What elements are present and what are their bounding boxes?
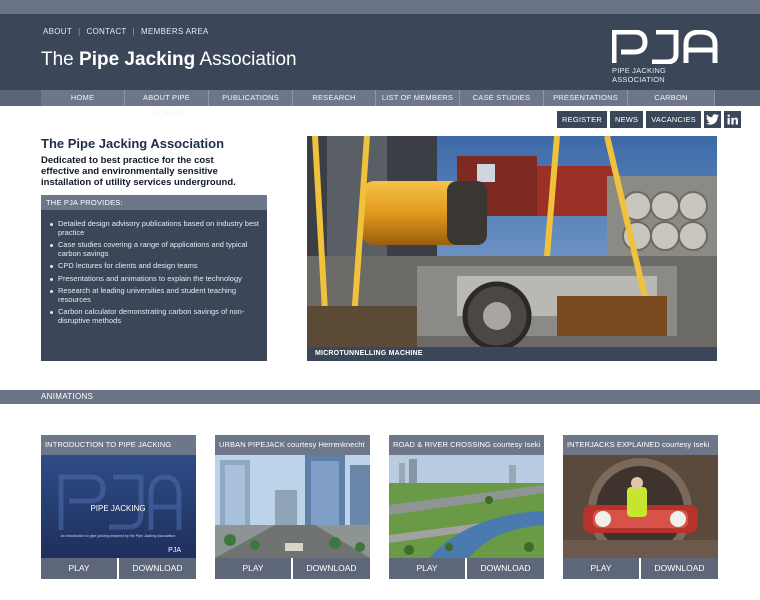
urban-thumbnail [215, 455, 370, 558]
nav-item-case-studies[interactable]: CASE STUDIES [460, 90, 544, 106]
card-buttons: PLAY DOWNLOAD [41, 558, 196, 579]
site-title-suffix: Association [199, 49, 297, 70]
intro-text: Dedicated to best practice for the cost … [41, 155, 236, 188]
members-area-link[interactable]: MEMBERS AREA [141, 27, 209, 36]
thumb-sub: An introduction to pipe jacking prepared… [61, 534, 176, 538]
register-button[interactable]: REGISTER [557, 111, 607, 128]
download-button[interactable]: DOWNLOAD [467, 558, 544, 579]
card-title: ROAD & RIVER CROSSING courtesy Iseki [389, 435, 544, 455]
animation-card-intro: INTRODUCTION TO PIPE JACKING PIPE JACKIN… [41, 435, 196, 579]
site-header: ABOUT | CONTACT | MEMBERS AREA The Pipe … [0, 14, 760, 90]
linkedin-icon[interactable] [723, 111, 741, 128]
utility-buttons: REGISTER NEWS VACANCIES [557, 111, 741, 128]
list-item: Case studies covering a range of applica… [49, 240, 259, 258]
linkedin-in-icon [727, 114, 738, 125]
thumb-logo: PJA [168, 547, 181, 554]
list-item: Research at leading universities and stu… [49, 286, 259, 304]
list-item: CPD lectures for clients and design team… [49, 261, 259, 271]
play-button[interactable]: PLAY [389, 558, 465, 579]
animations-bar [0, 390, 760, 404]
nav-item-publications[interactable]: PUBLICATIONS [209, 90, 293, 106]
road-river-thumbnail [389, 455, 544, 558]
separator: | [132, 27, 136, 36]
animation-card-urban-pipejack: URBAN PIPEJACK courtesy Herrenknecht PLA… [215, 435, 370, 579]
intro-title: The Pipe Jacking Association [41, 136, 225, 151]
interjacks-thumbnail [563, 455, 718, 558]
nav-item-home[interactable]: HOME [41, 90, 125, 106]
download-button[interactable]: DOWNLOAD [293, 558, 370, 579]
twitter-bird-icon [705, 114, 719, 125]
microtunnelling-machine-photo [307, 136, 717, 351]
nav-item-presentations[interactable]: PRESENTATIONS [544, 90, 628, 106]
site-title-prefix: The [41, 49, 74, 70]
pja-logo[interactable]: PIPE JACKING ASSOCIATION [612, 30, 720, 84]
nav-item-about-pipe-jacking[interactable]: ABOUT PIPE JACKING [125, 90, 209, 118]
card-title: INTERJACKS EXPLAINED courtesy Iseki [563, 435, 718, 455]
card-title: INTRODUCTION TO PIPE JACKING [41, 435, 196, 455]
card-thumbnail[interactable] [215, 455, 370, 558]
pja-provides-heading: THE PJA PROVIDES: [41, 195, 267, 210]
list-item: Carbon calculator demonstrating carbon s… [49, 307, 259, 325]
intro-thumbnail: PIPE JACKING An introduction to pipe jac… [41, 455, 196, 558]
thumb-title: PIPE JACKING [90, 504, 145, 513]
list-item: Detailed design advisory publications ba… [49, 219, 259, 237]
play-button[interactable]: PLAY [41, 558, 117, 579]
main-nav: HOME ABOUT PIPE JACKING PUBLICATIONS RES… [41, 90, 715, 118]
hero-image: MICROTUNNELLING MACHINE [307, 136, 717, 361]
play-button[interactable]: PLAY [563, 558, 639, 579]
hero-caption: MICROTUNNELLING MACHINE [307, 347, 717, 361]
top-strip [0, 0, 760, 14]
animation-card-road-river-crossing: ROAD & RIVER CROSSING courtesy Iseki PLA… [389, 435, 544, 579]
separator: | [78, 27, 81, 36]
card-thumbnail[interactable] [563, 455, 718, 558]
nav-item-list-of-members[interactable]: LIST OF MEMBERS [376, 90, 460, 106]
card-thumbnail[interactable]: PIPE JACKING An introduction to pipe jac… [41, 455, 196, 558]
card-buttons: PLAY DOWNLOAD [215, 558, 370, 579]
contact-link[interactable]: CONTACT [86, 27, 126, 36]
card-buttons: PLAY DOWNLOAD [389, 558, 544, 579]
top-links: ABOUT | CONTACT | MEMBERS AREA [43, 27, 209, 36]
download-button[interactable]: DOWNLOAD [119, 558, 196, 579]
pja-provides-panel: THE PJA PROVIDES: Detailed design adviso… [41, 195, 267, 361]
play-button[interactable]: PLAY [215, 558, 291, 579]
nav-item-carbon-calculator[interactable]: CARBON CALCULATOR [628, 90, 715, 118]
card-title: URBAN PIPEJACK courtesy Herrenknecht [215, 435, 370, 455]
news-button[interactable]: NEWS [609, 111, 644, 128]
logo-subtitle: PIPE JACKING ASSOCIATION [612, 66, 667, 84]
pja-provides-list: Detailed design advisory publications ba… [41, 210, 267, 325]
twitter-icon[interactable] [703, 111, 721, 128]
nav-item-research[interactable]: RESEARCH [293, 90, 376, 106]
vacancies-button[interactable]: VACANCIES [646, 111, 701, 128]
animation-card-interjacks: INTERJACKS EXPLAINED courtesy Iseki PLAY… [563, 435, 718, 579]
about-link[interactable]: ABOUT [43, 27, 72, 36]
site-title[interactable]: The Pipe Jacking Association [41, 49, 297, 71]
pja-logo-mark [612, 30, 718, 64]
animations-heading: ANIMATIONS [41, 392, 94, 401]
card-buttons: PLAY DOWNLOAD [563, 558, 718, 579]
card-thumbnail[interactable] [389, 455, 544, 558]
download-button[interactable]: DOWNLOAD [641, 558, 718, 579]
list-item: Presentations and animations to explain … [49, 274, 259, 284]
site-title-bold: Pipe Jacking [79, 49, 196, 70]
